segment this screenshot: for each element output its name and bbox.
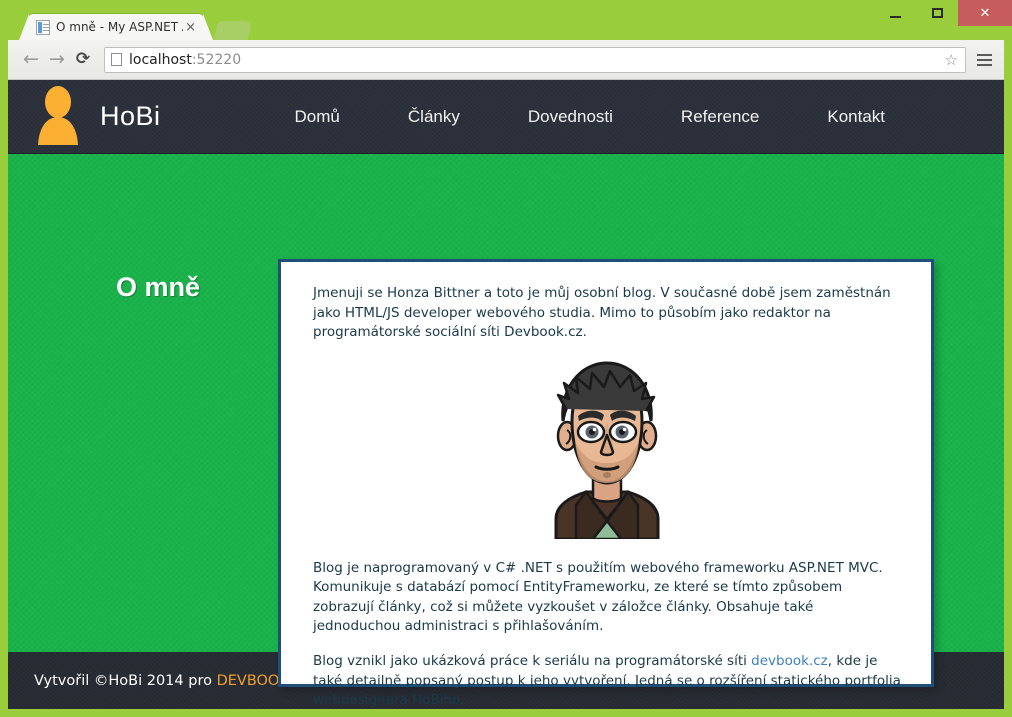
person-icon	[34, 85, 82, 149]
reload-button[interactable]: ⟳	[70, 47, 96, 73]
back-button[interactable]: ←	[18, 47, 44, 73]
browser-tab[interactable]: O mně - My ASP.NET App ×	[28, 14, 204, 40]
avatar-illustration	[536, 359, 678, 539]
browser-toolbar: ← → ⟳ localhost:52220 ☆	[8, 40, 1004, 80]
tab-title: O mně - My ASP.NET App	[56, 20, 183, 34]
site-navbar: HoBi Domů Články Dovednosti Reference Ko…	[8, 80, 1004, 154]
forward-button[interactable]: →	[44, 47, 70, 73]
minimize-button[interactable]	[874, 0, 916, 26]
hamburger-menu-icon[interactable]	[972, 47, 996, 73]
page-info-icon	[111, 53, 122, 66]
nav-link-dovednosti[interactable]: Dovednosti	[494, 107, 647, 127]
site-nav-links: Domů Články Dovednosti Reference Kontakt	[261, 107, 919, 127]
minimize-icon	[890, 16, 901, 18]
brand-logo[interactable]: HoBi	[34, 85, 161, 149]
intro-paragraph: Jmenuji se Honza Bittner a toto je můj o…	[313, 284, 901, 343]
origin-paragraph: Blog vznikl jako ukázková práce k seriál…	[313, 652, 901, 709]
url-text: localhost:52220	[129, 52, 942, 68]
nav-link-kontakt[interactable]: Kontakt	[793, 107, 919, 127]
close-window-button[interactable]: ✕	[958, 0, 1012, 26]
page-body: O mně Jmenuji se Honza Bittner a toto je…	[8, 154, 1004, 652]
tech-paragraph: Blog je naprogramovaný v C# .NET s použi…	[313, 559, 901, 637]
devbook-link[interactable]: devbook.cz	[751, 653, 828, 669]
url-host: localhost	[129, 52, 192, 68]
close-icon: ✕	[980, 7, 991, 20]
window-controls: ✕	[874, 0, 1012, 26]
footer-credit: Vytvořil ©HoBi 2014 pro	[34, 673, 217, 689]
url-port: :52220	[192, 52, 241, 68]
nav-link-reference[interactable]: Reference	[647, 107, 793, 127]
footer-text: Vytvořil ©HoBi 2014 pro DEVBOOK.CZ	[34, 673, 314, 689]
maximize-icon	[932, 8, 943, 18]
content-card: Jmenuji se Honza Bittner a toto je můj o…	[278, 259, 934, 687]
page-viewport: HoBi Domů Články Dovednosti Reference Ko…	[8, 80, 1004, 709]
new-tab-button[interactable]	[214, 21, 253, 40]
brand-name: HoBi	[100, 101, 161, 132]
avatar	[313, 359, 901, 539]
close-tab-icon[interactable]: ×	[183, 21, 198, 34]
nav-link-clanky[interactable]: Články	[374, 107, 494, 127]
document-icon	[36, 20, 50, 35]
bookmark-star-icon[interactable]: ☆	[942, 51, 961, 69]
browser-window: O mně - My ASP.NET App × ✕ ← → ⟳ localho…	[0, 0, 1012, 717]
tab-strip: O mně - My ASP.NET App × ✕	[0, 0, 1012, 40]
address-bar[interactable]: localhost:52220 ☆	[104, 47, 966, 73]
maximize-button[interactable]	[916, 0, 958, 26]
origin-text-before: Blog vznikl jako ukázková práce k seriál…	[313, 653, 751, 669]
nav-link-domu[interactable]: Domů	[261, 107, 374, 127]
page-title: O mně	[116, 272, 200, 303]
